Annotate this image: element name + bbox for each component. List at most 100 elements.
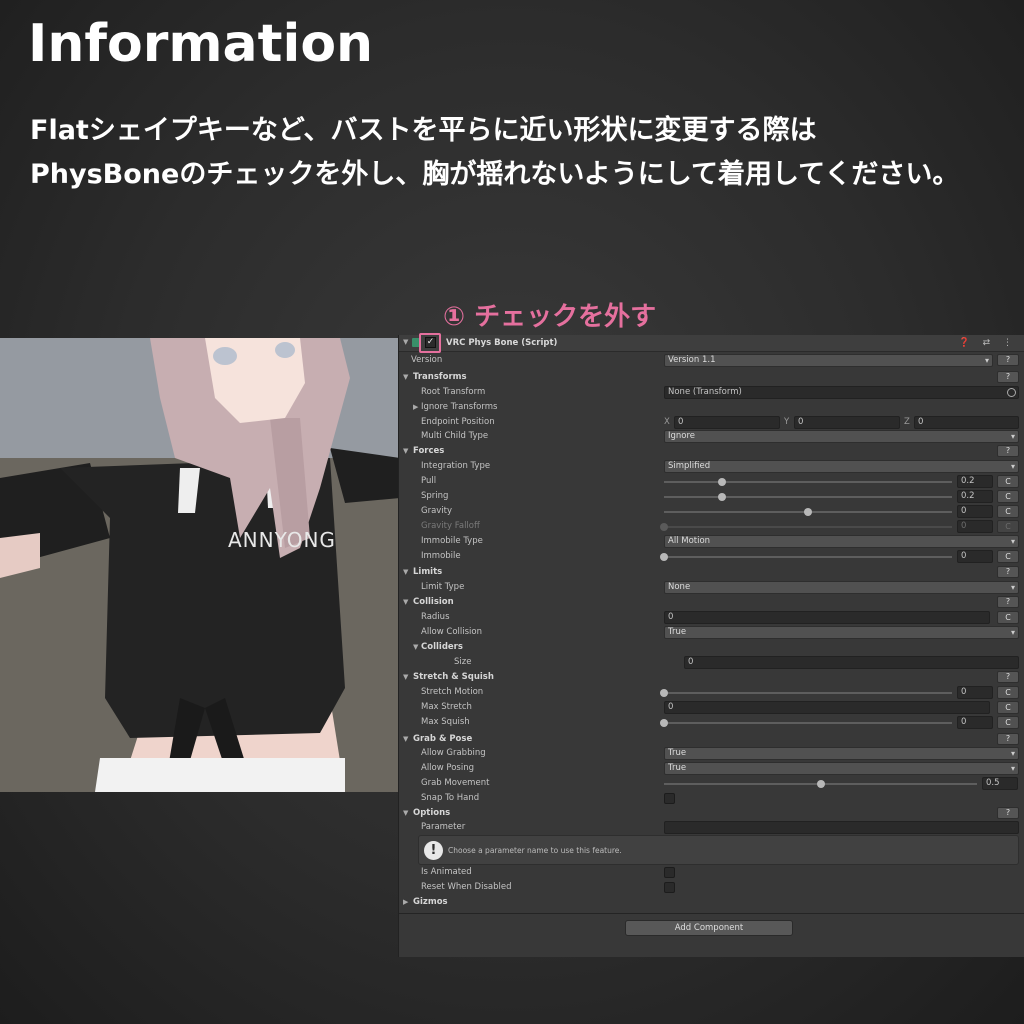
fold-arrow-icon[interactable]: ▼ bbox=[403, 338, 408, 346]
spring-value-field[interactable]: 0.2 bbox=[957, 490, 993, 503]
curve-button[interactable]: C bbox=[997, 701, 1019, 714]
help-button[interactable]: ? bbox=[997, 596, 1019, 608]
spring-row: Spring 0.2 C bbox=[399, 489, 1024, 504]
curve-button[interactable]: C bbox=[997, 475, 1019, 488]
component-header[interactable]: ▼ ✓ VRC Phys Bone (Script) ❓ ⇄ ⋮ bbox=[399, 335, 1024, 352]
gravity-falloff-row: Gravity Falloff 0 C bbox=[399, 519, 1024, 534]
curve-button: C bbox=[997, 520, 1019, 533]
immobile-slider-thumb[interactable] bbox=[660, 553, 668, 561]
section-arrow-icon[interactable]: ▼ bbox=[403, 568, 408, 576]
endpoint-x-field[interactable]: 0 bbox=[674, 416, 780, 429]
section-arrow-icon[interactable]: ▼ bbox=[403, 598, 408, 606]
stretch-motion-slider-track[interactable] bbox=[664, 692, 952, 694]
snap-to-hand-checkbox[interactable] bbox=[664, 793, 675, 804]
immobile-value-field[interactable]: 0 bbox=[957, 550, 993, 563]
help-button[interactable]: ? bbox=[997, 445, 1019, 457]
immobile-slider-track[interactable] bbox=[664, 556, 952, 558]
immobile-type-dropdown[interactable]: All Motion bbox=[664, 535, 1019, 548]
gravity-slider-thumb[interactable] bbox=[804, 508, 812, 516]
immobile-row: Immobile 0 C bbox=[399, 549, 1024, 564]
endpoint-y-field[interactable]: 0 bbox=[794, 416, 900, 429]
stretch-motion-value-field[interactable]: 0 bbox=[957, 686, 993, 699]
component-menu-icons[interactable]: ❓ ⇄ ⋮ bbox=[959, 338, 1017, 348]
help-button[interactable]: ? bbox=[997, 733, 1019, 745]
max-stretch-field[interactable]: 0 bbox=[664, 701, 990, 714]
gravity-label: Gravity bbox=[421, 506, 453, 516]
root-transform-field[interactable]: None (Transform) bbox=[664, 386, 1019, 399]
curve-button[interactable]: C bbox=[997, 611, 1019, 624]
gravity-falloff-slider-thumb bbox=[660, 523, 668, 531]
max-squish-slider-thumb[interactable] bbox=[660, 719, 668, 727]
version-dropdown[interactable]: Version 1.1 bbox=[664, 354, 993, 367]
gravity-row: Gravity 0 C bbox=[399, 504, 1024, 519]
options-label: Options bbox=[413, 808, 451, 818]
snap-to-hand-label: Snap To Hand bbox=[421, 793, 480, 803]
multi-child-label: Multi Child Type bbox=[421, 431, 489, 441]
forces-section[interactable]: ▼ Forces ? bbox=[399, 444, 1024, 459]
colliders-row[interactable]: ▼ Colliders bbox=[399, 640, 1024, 655]
curve-button[interactable]: C bbox=[997, 550, 1019, 563]
section-arrow-icon[interactable]: ▼ bbox=[403, 809, 408, 817]
curve-button[interactable]: C bbox=[997, 716, 1019, 729]
pull-slider-thumb[interactable] bbox=[717, 478, 726, 486]
allow-grabbing-label: Allow Grabbing bbox=[421, 748, 486, 758]
help-button[interactable]: ? bbox=[997, 807, 1019, 819]
curve-button[interactable]: C bbox=[997, 505, 1019, 518]
endpoint-z-field[interactable]: 0 bbox=[914, 416, 1019, 429]
section-arrow-icon[interactable]: ▼ bbox=[403, 735, 408, 743]
section-arrow-icon[interactable]: ▼ bbox=[403, 447, 408, 455]
multi-child-dropdown[interactable]: Ignore bbox=[664, 430, 1019, 443]
limits-section[interactable]: ▼ Limits ? bbox=[399, 565, 1024, 580]
expand-arrow-icon[interactable]: ▶ bbox=[413, 403, 418, 411]
section-arrow-icon[interactable]: ▼ bbox=[403, 373, 408, 381]
pull-slider-track[interactable] bbox=[664, 481, 952, 483]
max-squish-slider-track[interactable] bbox=[664, 722, 952, 724]
add-component-button[interactable]: Add Component bbox=[625, 920, 793, 936]
spring-slider-track[interactable] bbox=[664, 496, 952, 498]
radius-field[interactable]: 0 bbox=[664, 611, 990, 624]
pull-value-field[interactable]: 0.2 bbox=[957, 475, 993, 488]
immobile-label: Immobile bbox=[421, 551, 461, 561]
help-button[interactable]: ? bbox=[997, 354, 1019, 366]
transforms-section[interactable]: ▼ Transforms ? bbox=[399, 370, 1024, 385]
y-label: Y bbox=[784, 417, 790, 427]
spring-slider-thumb[interactable] bbox=[717, 493, 726, 501]
grab-pose-section[interactable]: ▼ Grab & Pose ? bbox=[399, 732, 1024, 747]
gizmos-label: Gizmos bbox=[413, 897, 448, 907]
z-label: Z bbox=[904, 417, 910, 427]
curve-button[interactable]: C bbox=[997, 490, 1019, 503]
integration-type-dropdown[interactable]: Simplified bbox=[664, 460, 1019, 473]
help-button[interactable]: ? bbox=[997, 566, 1019, 578]
grab-movement-value-field[interactable]: 0.5 bbox=[982, 777, 1018, 790]
ignore-transforms-row[interactable]: ▶ Ignore Transforms bbox=[399, 400, 1024, 415]
reset-when-disabled-label: Reset When Disabled bbox=[421, 882, 512, 892]
spring-label: Spring bbox=[421, 491, 449, 501]
is-animated-checkbox[interactable] bbox=[664, 867, 675, 878]
gravity-value-field[interactable]: 0 bbox=[957, 505, 993, 518]
section-arrow-icon[interactable]: ▶ bbox=[403, 898, 408, 906]
gizmos-section[interactable]: ▶ Gizmos bbox=[399, 895, 1024, 910]
collision-section[interactable]: ▼ Collision ? bbox=[399, 595, 1024, 610]
stretch-squish-label: Stretch & Squish bbox=[413, 672, 494, 682]
grab-movement-label: Grab Movement bbox=[421, 778, 490, 788]
allow-posing-dropdown[interactable]: True bbox=[664, 762, 1019, 775]
size-field[interactable]: 0 bbox=[684, 656, 1019, 669]
limit-type-dropdown[interactable]: None bbox=[664, 581, 1019, 594]
stretch-motion-slider-thumb[interactable] bbox=[660, 689, 668, 697]
curve-button[interactable]: C bbox=[997, 686, 1019, 699]
multi-child-row: Multi Child Type Ignore bbox=[399, 429, 1024, 444]
stretch-squish-section[interactable]: ▼ Stretch & Squish ? bbox=[399, 670, 1024, 685]
help-button[interactable]: ? bbox=[997, 371, 1019, 383]
object-picker-icon[interactable] bbox=[1007, 388, 1016, 397]
allow-collision-dropdown[interactable]: True bbox=[664, 626, 1019, 639]
options-section[interactable]: ▼ Options ? bbox=[399, 806, 1024, 821]
allow-grabbing-dropdown[interactable]: True bbox=[664, 747, 1019, 760]
max-squish-value-field[interactable]: 0 bbox=[957, 716, 993, 729]
collision-label: Collision bbox=[413, 597, 454, 607]
help-button[interactable]: ? bbox=[997, 671, 1019, 683]
reset-when-disabled-checkbox[interactable] bbox=[664, 882, 675, 893]
parameter-field[interactable] bbox=[664, 821, 1019, 834]
grab-movement-slider-thumb[interactable] bbox=[816, 780, 825, 788]
section-arrow-icon[interactable]: ▼ bbox=[403, 673, 408, 681]
expand-arrow-icon[interactable]: ▼ bbox=[413, 643, 418, 651]
